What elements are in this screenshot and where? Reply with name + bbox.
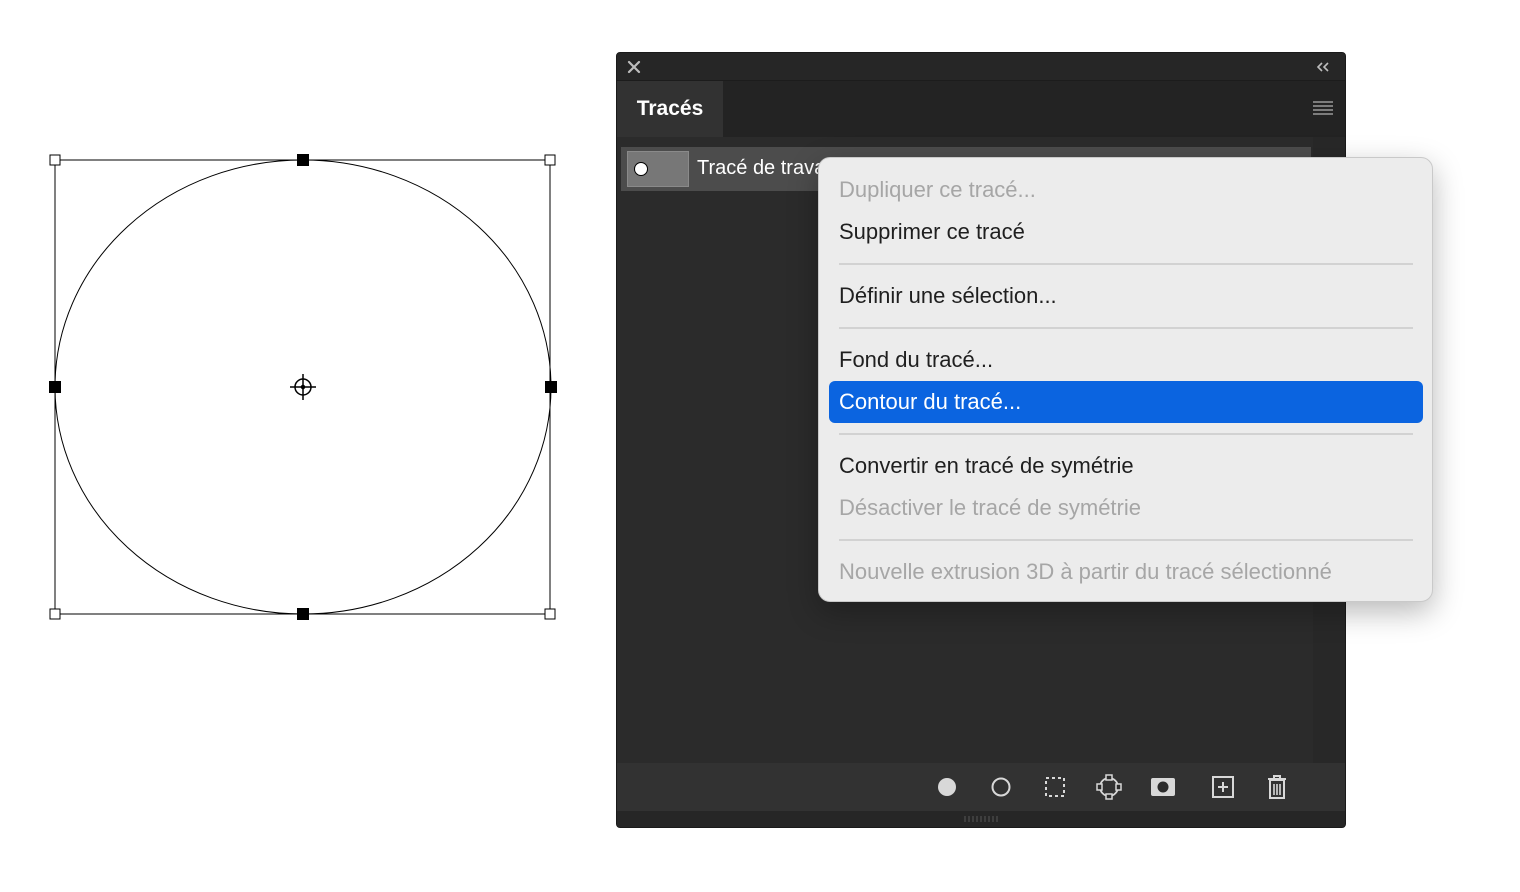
menu-separator: [839, 263, 1413, 265]
resize-grip-icon[interactable]: [963, 815, 1001, 823]
handle-top-left[interactable]: [49, 154, 61, 166]
delete-path-icon[interactable]: [1263, 773, 1291, 801]
make-path-from-selection-icon[interactable]: [1095, 773, 1123, 801]
menu-item-delete-path[interactable]: Supprimer ce tracé: [829, 211, 1423, 253]
menu-separator: [839, 327, 1413, 329]
menu-separator: [839, 539, 1413, 541]
panel-tab-bar: Tracés: [617, 81, 1345, 137]
hamburger-menu-icon[interactable]: [1313, 100, 1333, 116]
path-thumbnail: [627, 151, 689, 187]
handle-bottom-right[interactable]: [544, 608, 556, 620]
panel-footer-toolbar: [617, 763, 1345, 811]
handle-top-right[interactable]: [544, 154, 556, 166]
add-mask-icon[interactable]: [1149, 773, 1177, 801]
menu-item-new-3d-extrusion[interactable]: Nouvelle extrusion 3D à partir du tracé …: [829, 551, 1423, 593]
fill-path-icon[interactable]: [933, 773, 961, 801]
menu-item-duplicate-path[interactable]: Dupliquer ce tracé...: [829, 169, 1423, 211]
stroke-path-icon[interactable]: [987, 773, 1015, 801]
center-crosshair-icon: [290, 374, 316, 400]
menu-item-disable-symmetry-path[interactable]: Désactiver le tracé de symétrie: [829, 487, 1423, 529]
anchor-right[interactable]: [545, 381, 557, 393]
menu-item-make-selection[interactable]: Définir une sélection...: [829, 275, 1423, 317]
anchor-left[interactable]: [49, 381, 61, 393]
panel-title-bar: [617, 53, 1345, 81]
menu-item-fill-path[interactable]: Fond du tracé...: [829, 339, 1423, 381]
thumbnail-ellipse-icon: [634, 162, 648, 176]
path-context-menu: Dupliquer ce tracé... Supprimer ce tracé…: [818, 157, 1433, 602]
menu-item-convert-symmetry-path[interactable]: Convertir en tracé de symétrie: [829, 445, 1423, 487]
path-row-label: Tracé de travail: [697, 157, 835, 179]
load-selection-icon[interactable]: [1041, 773, 1069, 801]
panel-resize-bar[interactable]: [617, 811, 1345, 827]
handle-bottom-left[interactable]: [49, 608, 61, 620]
close-icon[interactable]: [627, 60, 641, 74]
menu-item-stroke-path[interactable]: Contour du tracé...: [829, 381, 1423, 423]
double-chevron-left-icon[interactable]: [1315, 60, 1331, 74]
anchor-bottom[interactable]: [297, 608, 309, 620]
anchor-top[interactable]: [297, 154, 309, 166]
menu-separator: [839, 433, 1413, 435]
new-path-icon[interactable]: [1209, 773, 1237, 801]
tab-paths[interactable]: Tracés: [617, 81, 723, 137]
canvas-ellipse-path[interactable]: [0, 0, 600, 700]
